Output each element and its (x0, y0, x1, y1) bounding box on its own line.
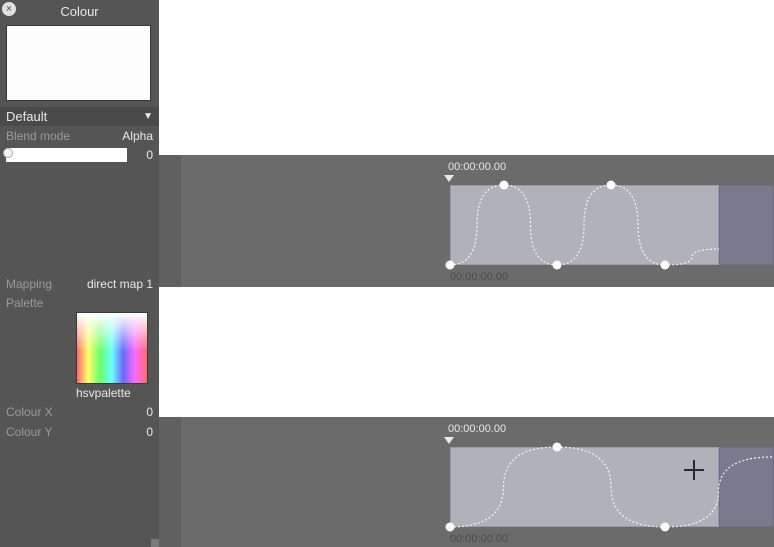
colour-swatch[interactable] (6, 25, 151, 101)
keyframe-point[interactable] (553, 261, 562, 270)
palette-block: Palette hsvpalette (0, 294, 159, 402)
keyframe-point[interactable] (661, 523, 670, 532)
playhead-marker-icon[interactable] (444, 437, 454, 444)
timeline-track[interactable]: 00:00:00.00 00:00:00.00 (159, 155, 774, 287)
close-icon[interactable]: × (2, 2, 16, 16)
palette-preview[interactable] (76, 312, 148, 384)
palette-name: hsvpalette (76, 384, 153, 400)
palette-label: Palette (6, 296, 43, 310)
colour-y-row[interactable]: Colour Y 0 (0, 422, 159, 442)
timeline-clip[interactable] (450, 185, 719, 265)
timecode-top: 00:00:00.00 (448, 161, 506, 173)
blend-mode-label: Blend mode (6, 129, 70, 143)
keyframe-point[interactable] (553, 443, 562, 452)
keyframe-point[interactable] (661, 261, 670, 270)
track-gutter (159, 155, 181, 287)
track-gutter (159, 417, 181, 547)
keyframe-point[interactable] (607, 181, 616, 190)
mapping-row[interactable]: Mapping direct map 1 (0, 274, 159, 294)
alpha-slider-row: 0 (0, 146, 159, 164)
keyframe-point[interactable] (500, 181, 509, 190)
chevron-down-icon: ▼ (143, 111, 153, 122)
timeline-clip[interactable] (450, 447, 719, 527)
colour-x-label: Colour X (6, 405, 53, 419)
alpha-value: 0 (131, 148, 153, 162)
keyframe-point[interactable] (446, 523, 455, 532)
playhead-marker-icon[interactable] (444, 175, 454, 182)
timecode-bottom: 00:00:00.00 (450, 533, 508, 545)
preset-dropdown[interactable]: Default ▼ (0, 107, 159, 126)
mapping-label: Mapping (6, 277, 52, 291)
timeline-clip-tail[interactable] (719, 447, 774, 527)
keyframe-point[interactable] (446, 261, 455, 270)
timeline-clip-tail[interactable] (719, 185, 774, 265)
timecode-top: 00:00:00.00 (448, 423, 506, 435)
colour-x-row[interactable]: Colour X 0 (0, 402, 159, 422)
preset-label: Default (6, 109, 47, 124)
mapping-value: direct map 1 (87, 277, 153, 291)
colour-panel: × Colour Default ▼ Blend mode Alpha 0 Ma… (0, 0, 159, 547)
colour-y-label: Colour Y (6, 425, 52, 439)
alpha-slider[interactable] (6, 148, 127, 162)
slider-knob[interactable] (3, 148, 13, 158)
colour-y-value: 0 (146, 425, 153, 439)
resize-handle[interactable] (151, 539, 159, 547)
colour-x-value: 0 (146, 405, 153, 419)
timeline-track[interactable]: 00:00:00.00 00:00:00.00 (159, 417, 774, 547)
panel-title: Colour (0, 0, 159, 23)
blend-mode-value: Alpha (122, 129, 153, 143)
timecode-bottom: 00:00:00.00 (450, 271, 508, 283)
blend-mode-row[interactable]: Blend mode Alpha (0, 126, 159, 146)
